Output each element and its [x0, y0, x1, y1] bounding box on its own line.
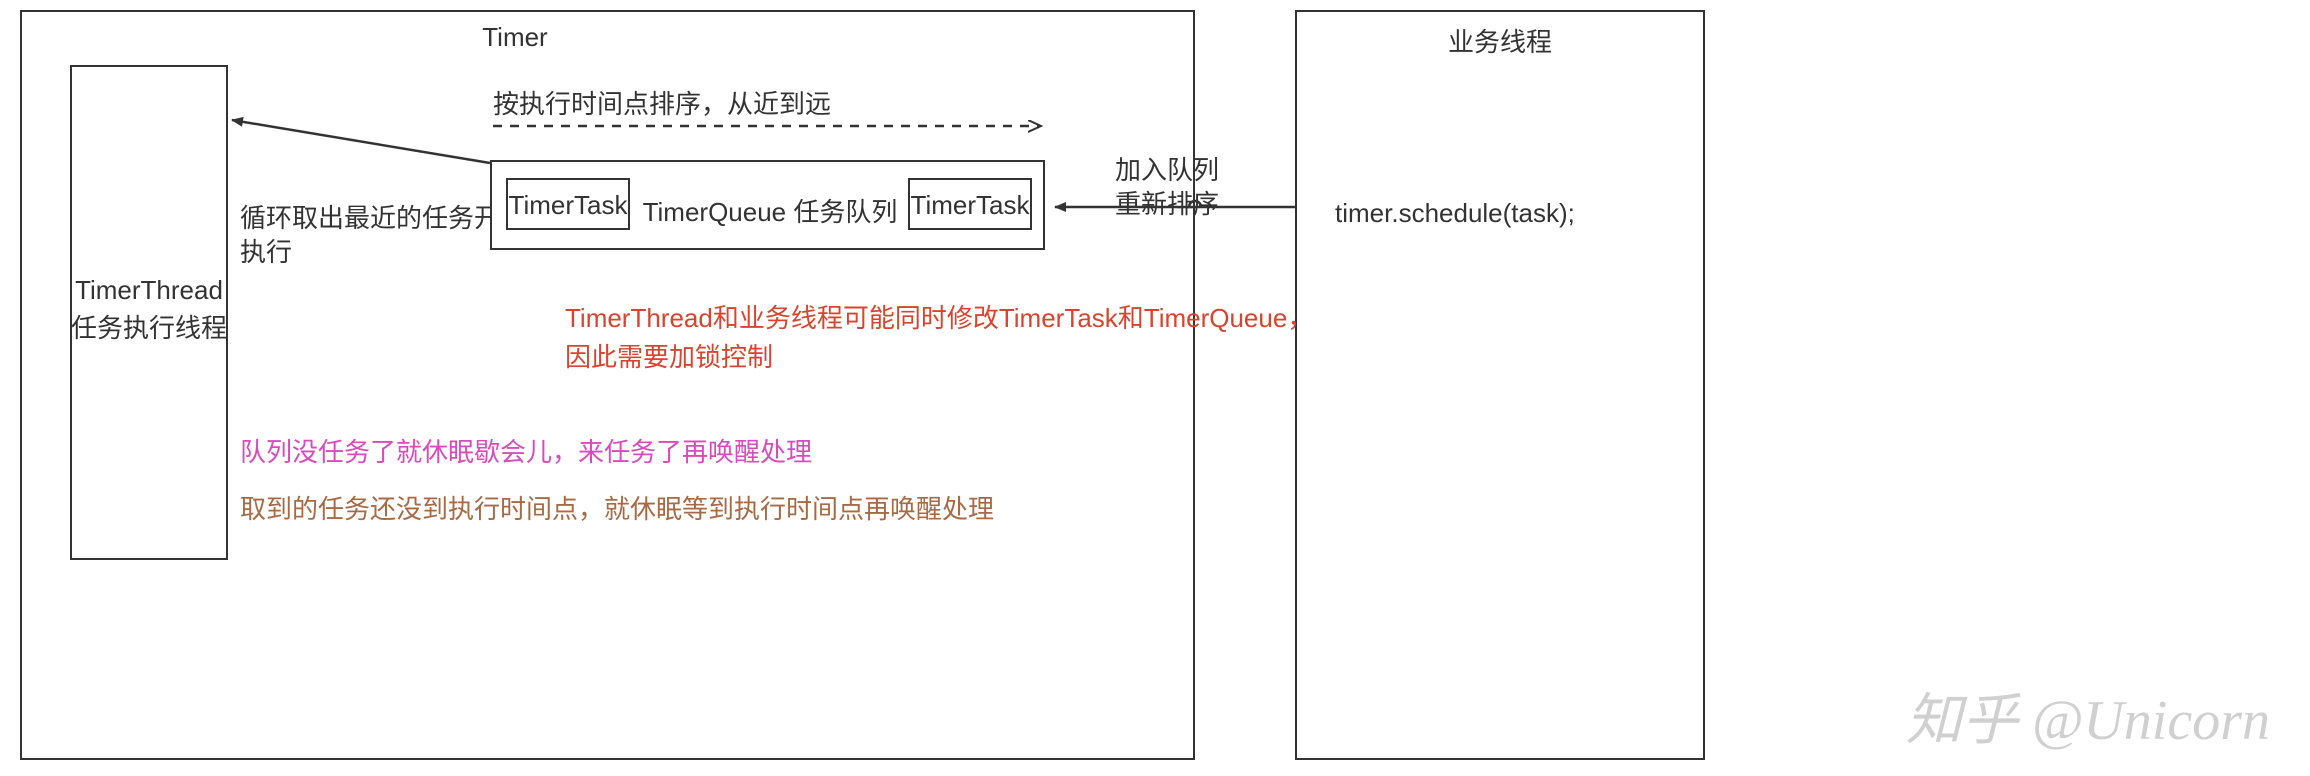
- business-thread-code: timer.schedule(task);: [1335, 198, 1575, 229]
- wait-note: 取到的任务还没到执行时间点，就休眠等到执行时间点再唤醒处理: [240, 489, 994, 526]
- timer-thread-line1: TimerThread: [70, 275, 228, 306]
- lock-note-line2: 因此需要加锁控制: [565, 337, 773, 374]
- loop-note-line1: 循环取出最近的任务开始: [240, 198, 526, 235]
- lock-note-line1: TimerThread和业务线程可能同时修改TimerTask和TimerQue…: [565, 298, 1313, 335]
- sort-note: 按执行时间点排序，从近到远: [493, 84, 831, 121]
- add-note-line2: 重新排序: [1115, 184, 1219, 221]
- timer-queue-title: TimerQueue 任务队列: [620, 192, 920, 229]
- timer-thread-line2: 任务执行线程: [70, 308, 228, 345]
- timer-task-left-label: TimerTask: [506, 190, 630, 221]
- add-note-line1: 加入队列: [1115, 150, 1219, 187]
- timer-task-right-label: TimerTask: [908, 190, 1032, 221]
- loop-note-line2: 执行: [240, 232, 292, 269]
- watermark: 知乎 @Unicorn: [1906, 675, 2270, 756]
- sleep-note: 队列没任务了就休眠歇会儿，来任务了再唤醒处理: [240, 432, 812, 469]
- business-thread-container: [1295, 10, 1705, 760]
- timer-title: Timer: [455, 22, 575, 53]
- business-thread-title: 业务线程: [1395, 22, 1605, 59]
